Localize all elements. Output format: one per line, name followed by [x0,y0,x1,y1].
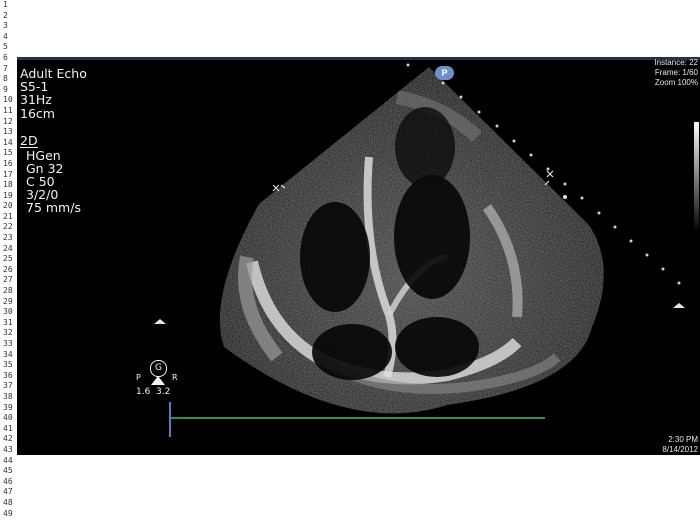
orientation-right-label: R [172,373,178,382]
line-number: 9 [3,84,8,94]
sector-fan [219,67,604,414]
orientation-values: 1.6 3.2 [136,387,171,397]
line-number: 1 [3,0,8,9]
line-number: 21 [3,211,13,221]
echo-image [154,63,685,437]
line-number: 42 [3,434,13,444]
probe-marker-icon: P [435,66,454,80]
line-number: 14 [3,137,13,147]
osd-imaging-mode: 2D [20,133,38,148]
line-number: 23 [3,233,13,243]
line-number: 45 [3,466,13,476]
line-number: 7 [3,63,8,73]
line-number: 40 [3,413,13,423]
orientation-badge: G [150,360,167,377]
orientation-left-label: P [136,373,141,382]
line-number: 25 [3,254,13,264]
line-number: 34 [3,349,13,359]
line-number: 22 [3,222,13,232]
orientation-icon: G P R 1.6 3.2 [136,360,190,398]
line-number: 20 [3,201,13,211]
line-number: 17 [3,169,13,179]
osd-instance: Instance: 22 [654,58,698,67]
line-number: 30 [3,307,13,317]
osd-zoom: Zoom 100% [654,78,698,87]
line-number: 38 [3,391,13,401]
line-number: 8 [3,74,8,84]
line-number: 15 [3,148,13,158]
gray-scale-bar [694,122,699,232]
line-number: 29 [3,296,13,306]
right-depth-marker [673,303,685,308]
line-number: 48 [3,497,13,507]
line-number: 49 [3,508,13,518]
left-depth-marker [154,319,166,324]
orientation-triangle-icon [151,376,165,385]
line-number: 11 [3,105,13,115]
osd-frame: Frame: 1/60 [654,68,698,77]
line-number: 18 [3,180,13,190]
line-number: 27 [3,275,13,285]
line-number-gutter: 1 2 3 4 5 6 7 8 9 10 11 12 13 14 15 16 17 18 19 20 21 22 23 24 2… [0,0,16,530]
line-number: 4 [3,31,8,41]
line-number: 16 [3,158,13,168]
line-number: 41 [3,423,13,433]
line-number: 10 [3,95,13,105]
osd-date: 8/14/2012 [662,445,698,454]
osd-frame-rate: 31Hz [20,92,52,107]
line-number: 28 [3,286,13,296]
line-number: 43 [3,444,13,454]
line-number: 39 [3,402,13,412]
line-number: 6 [3,52,8,62]
line-number: 12 [3,116,13,126]
line-number: 37 [3,381,13,391]
focus-dot [563,195,567,199]
line-number: 44 [3,455,13,465]
line-number: 32 [3,328,13,338]
line-number: 24 [3,243,13,253]
line-number: 3 [3,21,8,31]
line-number: 47 [3,487,13,497]
osd-sweep-speed: 75 mm/s [26,200,81,215]
line-number: 26 [3,264,13,274]
line-number: 2 [3,10,8,20]
line-number: 31 [3,317,13,327]
line-number: 5 [3,42,8,52]
line-number: 19 [3,190,13,200]
osd-depth: 16cm [20,106,55,121]
ultrasound-viewport[interactable]: Adult Echo S5-1 31Hz 16cm 2D HGen Gn 32 … [17,57,700,455]
line-number: 35 [3,360,13,370]
osd-time: 2:30 PM [668,435,698,444]
line-number: 36 [3,370,13,380]
line-number: 46 [3,476,13,486]
line-number: 13 [3,127,13,137]
line-number: 33 [3,339,13,348]
